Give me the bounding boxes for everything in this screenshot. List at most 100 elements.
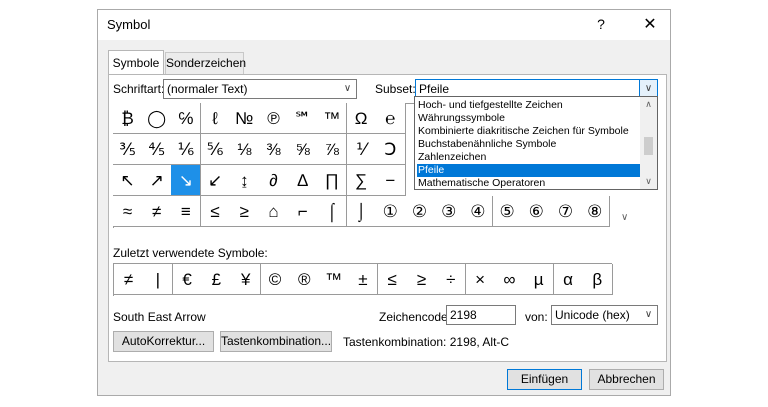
recent-symbol-cell[interactable]: | (143, 264, 174, 295)
recent-symbol-cell[interactable]: ¥ (231, 264, 262, 295)
font-select[interactable]: (normaler Text) ∨ (163, 79, 357, 99)
help-button[interactable]: ? (591, 16, 611, 34)
dropdown-scrollbar[interactable]: ∧ ∨ (640, 97, 657, 189)
recent-symbol-cell[interactable]: × (465, 264, 496, 295)
symbol-cell[interactable]: ∆ (288, 165, 319, 196)
symbol-cell[interactable]: − (375, 165, 406, 196)
symbol-cell[interactable]: ⅛ (229, 134, 260, 165)
symbol-cell[interactable]: ⌠ (317, 196, 348, 227)
font-select-value: (normaler Text) (167, 82, 248, 96)
subset-option[interactable]: Buchstabenähnliche Symbole (417, 138, 640, 151)
symbol-cell[interactable]: ∂ (259, 165, 289, 196)
chevron-down-icon[interactable]: ∨ (639, 306, 657, 324)
recent-label: Zuletzt verwendete Symbole: (113, 246, 268, 260)
symbol-cell[interactable]: ◯ (142, 103, 173, 134)
recent-symbol-cell[interactable]: © (260, 264, 291, 295)
cancel-button[interactable]: Abbrechen (589, 369, 664, 390)
symbol-cell[interactable]: ⅝ (288, 134, 319, 165)
grid-scroll-down-icon[interactable]: ∨ (621, 212, 628, 223)
font-label: Schriftart: (113, 82, 165, 96)
tab-symbole[interactable]: Symbole (108, 50, 164, 75)
recent-symbol-cell[interactable]: ≤ (377, 264, 408, 295)
recent-symbol-cell[interactable]: ≠ (114, 264, 144, 295)
symbol-cell[interactable]: ⅘ (142, 134, 173, 165)
symbol-cell[interactable]: ₿ (113, 103, 143, 134)
recent-symbol-cell[interactable]: ∞ (494, 264, 525, 295)
symbol-cell[interactable]: Ↄ (375, 134, 406, 165)
char-code-value: 2198 (450, 308, 477, 322)
char-code-input[interactable]: 2198 (446, 305, 516, 325)
from-label: von: (525, 310, 548, 324)
symbol-cell[interactable]: ∏ (317, 165, 348, 196)
symbol-cell[interactable]: ℓ (200, 103, 231, 134)
recent-symbol-cell[interactable]: £ (201, 264, 232, 295)
symbol-cell[interactable]: ↗ (142, 165, 173, 196)
symbol-cell[interactable]: ⌐ (288, 196, 319, 227)
chevron-down-icon[interactable]: ∨ (338, 80, 356, 98)
recent-symbol-cell[interactable]: µ (524, 264, 555, 295)
recent-symbol-cell[interactable]: α (553, 264, 584, 295)
symbol-cell[interactable]: ↙ (200, 165, 231, 196)
symbol-cell[interactable]: ⅜ (259, 134, 289, 165)
subset-dropdown-list: Hoch- und tiefgestellte Zeichen Währungss… (414, 96, 658, 190)
tab-sonderzeichen[interactable]: Sonderzeichen (165, 52, 246, 74)
subset-label: Subset: (375, 82, 416, 96)
symbol-cell[interactable]: ⌡ (346, 196, 377, 227)
subset-option[interactable]: Hoch- und tiefgestellte Zeichen (417, 99, 640, 112)
shortcut-button[interactable]: Tastenkombination... (220, 331, 332, 352)
scroll-down-icon[interactable]: ∨ (640, 176, 657, 187)
recent-symbol-cell[interactable]: β (582, 264, 613, 295)
symbol-cell[interactable]: ⅞ (317, 134, 348, 165)
shortcut-info: Tastenkombination: 2198, Alt-C (343, 335, 510, 349)
symbol-cell[interactable]: ↖ (113, 165, 143, 196)
subset-option[interactable]: Mathematische Operatoren (417, 177, 640, 189)
symbol-cell[interactable]: ≈ (113, 196, 143, 227)
symbol-cell[interactable]: Ω (346, 103, 377, 134)
symbol-cell[interactable]: ⅗ (113, 134, 143, 165)
symbol-cell[interactable]: № (229, 103, 260, 134)
symbol-cell[interactable]: ⌂ (259, 196, 289, 227)
symbol-cell[interactable]: ≤ (200, 196, 231, 227)
symbol-cell[interactable]: ≡ (171, 196, 202, 227)
recent-symbol-cell[interactable]: ™ (319, 264, 350, 295)
scroll-up-icon[interactable]: ∧ (640, 99, 657, 110)
symbol-cell[interactable]: ℅ (171, 103, 202, 134)
symbol-cell[interactable]: ⑦ (551, 196, 581, 227)
symbol-cell[interactable]: ℠ (288, 103, 319, 134)
recent-symbol-cell[interactable]: € (172, 264, 203, 295)
symbol-cell[interactable]: ⑤ (492, 196, 523, 227)
recent-symbol-cell[interactable]: ® (289, 264, 320, 295)
symbol-cell[interactable]: ≠ (142, 196, 173, 227)
symbol-cell[interactable]: ③ (434, 196, 465, 227)
symbol-cell[interactable]: ⅚ (200, 134, 231, 165)
close-button[interactable]: ✕ (636, 14, 664, 36)
insert-button[interactable]: Einfügen (507, 369, 582, 390)
symbol-cell[interactable]: ℮ (375, 103, 406, 134)
subset-option[interactable]: Pfeile (417, 164, 640, 177)
subset-option[interactable]: Kombinierte diakritische Zeichen für Sym… (417, 125, 640, 138)
from-select-value: Unicode (hex) (555, 308, 630, 322)
symbol-cell[interactable]: ↘ (171, 165, 202, 196)
symbol-cell[interactable]: ≥ (229, 196, 260, 227)
symbol-cell[interactable]: ⅟ (346, 134, 377, 165)
symbol-cell[interactable]: ™ (317, 103, 348, 134)
scroll-thumb[interactable] (644, 137, 653, 155)
recent-symbol-cell[interactable]: ≥ (407, 264, 437, 295)
recent-symbol-cell[interactable]: ÷ (436, 264, 467, 295)
symbol-cell[interactable]: ℗ (259, 103, 289, 134)
subset-option[interactable]: Zahlenzeichen (417, 151, 640, 164)
symbol-cell[interactable]: ∑ (346, 165, 377, 196)
from-select[interactable]: Unicode (hex) ∨ (551, 305, 658, 325)
symbol-cell[interactable]: ① (375, 196, 406, 227)
symbol-cell[interactable]: ④ (463, 196, 494, 227)
symbol-cell[interactable]: ⑧ (580, 196, 611, 227)
subset-option[interactable]: Währungssymbole (417, 112, 640, 125)
title-bar: Symbol ? ✕ (98, 10, 670, 40)
autocorrect-button[interactable]: AutoKorrektur... (113, 331, 214, 352)
symbol-cell[interactable]: ⅙ (171, 134, 202, 165)
recent-symbol-cell[interactable]: ± (348, 264, 379, 295)
symbol-cell[interactable]: ⑥ (521, 196, 552, 227)
symbol-cell[interactable]: ↨ (229, 165, 260, 196)
symbol-cell[interactable]: ② (405, 196, 435, 227)
recent-symbols: ≠ | € £ ¥ © ® ™ ± ≤ ≥ ÷ × ∞ µ α β (113, 263, 613, 296)
